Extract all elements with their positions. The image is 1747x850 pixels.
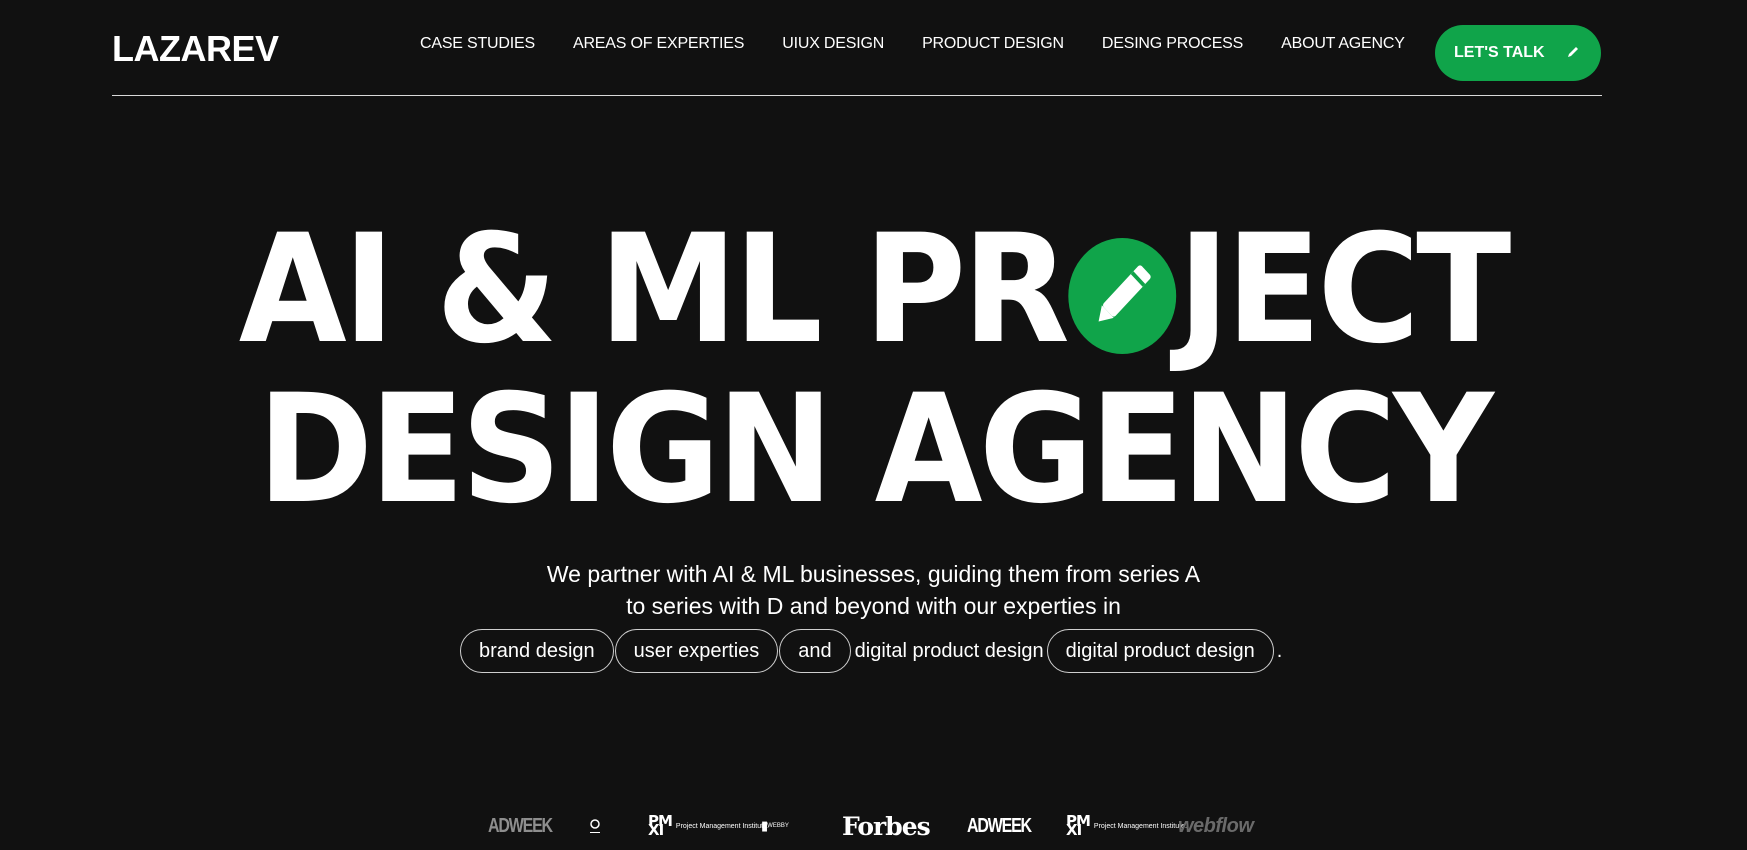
webflow-logo: webflow bbox=[1178, 814, 1254, 837]
plain-digital-product-design: digital product design bbox=[854, 639, 1044, 662]
headline-line-2-text: DESIGN AGENCY bbox=[257, 363, 1494, 537]
nav-item-areas-of-experties[interactable]: AREAS OF EXPERTIES bbox=[573, 35, 744, 53]
green-pencil-circle bbox=[1068, 237, 1177, 354]
webby-logo-text: WEBBY bbox=[767, 823, 789, 829]
award-logo-icon bbox=[590, 819, 600, 833]
nav-item-uiux-design[interactable]: UIUX DESIGN bbox=[782, 35, 884, 53]
lets-talk-label: LET'S TALK bbox=[1454, 44, 1545, 61]
chip-digital-product-design[interactable]: digital product design bbox=[1046, 629, 1274, 673]
brand-logo[interactable]: LAZAREV bbox=[112, 28, 279, 70]
nav-item-product-design[interactable]: PRODUCT DESIGN bbox=[922, 35, 1064, 53]
lets-talk-button[interactable]: LET'S TALK bbox=[1435, 25, 1601, 81]
chip-brand-design[interactable]: brand design bbox=[460, 629, 614, 673]
description-line-1: We partner with AI & ML businesses, guid… bbox=[546, 561, 1201, 587]
headline-line-2: DESIGN AGENCY bbox=[0, 375, 1747, 525]
end-punctuation: . bbox=[1276, 639, 1283, 662]
nav-item-desing-process[interactable]: DESING PROCESS bbox=[1102, 35, 1243, 53]
headline-line-1-start: AI & ML PR bbox=[239, 203, 1070, 377]
pmi-logo: PM XI Project Management Institute. bbox=[648, 812, 769, 839]
headline-line-1: AI & ML PR JECT bbox=[0, 215, 1747, 365]
adweek-logo: ADWEEK bbox=[488, 814, 553, 837]
hero-description: We partner with AI & ML businesses, guid… bbox=[0, 558, 1747, 622]
webby-logo: ▮ WEBBY bbox=[761, 820, 789, 833]
pencil-icon bbox=[1568, 47, 1578, 57]
pmi-logo-2: PM XI Project Management Institute. bbox=[1066, 812, 1187, 839]
pencil-icon bbox=[1098, 265, 1151, 322]
main-nav: CASE STUDIES AREAS OF EXPERTIES UIUX DES… bbox=[420, 35, 1405, 53]
adweek-logo-2: ADWEEK bbox=[967, 814, 1032, 837]
nav-item-case-studies[interactable]: CASE STUDIES bbox=[420, 35, 535, 53]
pmi-logo-text-2: Project Management Institute. bbox=[1093, 822, 1187, 830]
chip-user-experties[interactable]: user experties bbox=[614, 629, 779, 673]
expertise-chips: brand design user experties and digital … bbox=[460, 629, 1282, 673]
description-line-2: to series with D and beyond with our exp… bbox=[626, 593, 1121, 619]
forbes-logo: Forbes bbox=[842, 811, 931, 841]
pmi-mark-icon-2: PM XI bbox=[1066, 812, 1091, 839]
headline-line-1-end: JECT bbox=[1178, 203, 1512, 377]
nav-item-about-agency[interactable]: ABOUT AGENCY bbox=[1281, 35, 1405, 53]
site-header: LAZAREV CASE STUDIES AREAS OF EXPERTIES … bbox=[112, 0, 1602, 96]
chip-and[interactable]: and bbox=[779, 629, 851, 673]
pmi-mark-icon: PM XI bbox=[648, 812, 673, 839]
pmi-logo-text: Project Management Institute. bbox=[675, 822, 769, 830]
